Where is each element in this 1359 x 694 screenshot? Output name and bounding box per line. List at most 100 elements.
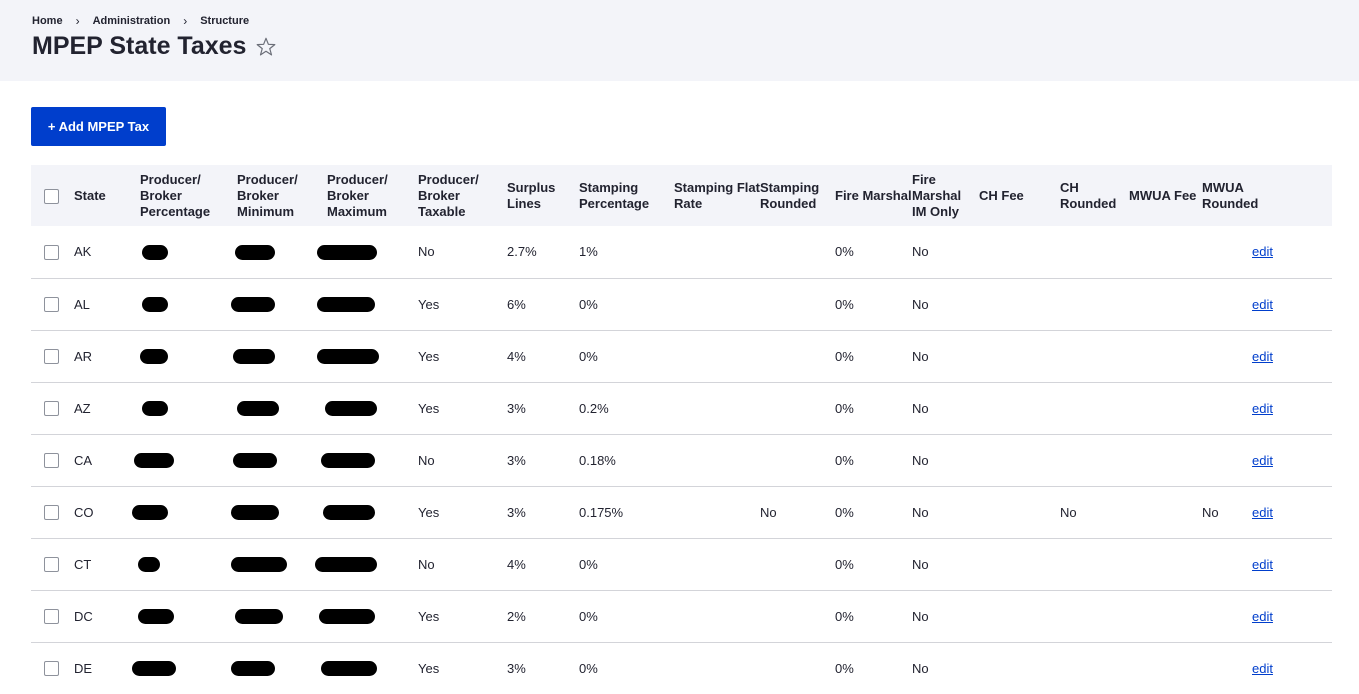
breadcrumb-separator: › <box>75 14 80 28</box>
cell-surplus-lines: 4% <box>507 556 526 572</box>
edit-link[interactable]: edit <box>1252 244 1273 259</box>
table-row: DE Yes 3% 0% 0% No edit <box>31 642 1332 694</box>
cell-ch-fee <box>979 226 1060 278</box>
row-checkbox[interactable] <box>44 661 59 677</box>
cell-ch-rounded <box>1060 330 1129 382</box>
cell-pb-taxable: Yes <box>418 608 440 624</box>
cell-fire-marshal: 0% <box>835 296 854 312</box>
header-pb-taxable[interactable]: Producer/ Broker Taxable <box>418 165 507 226</box>
header-pb-minimum[interactable]: Producer/ Broker Minimum <box>237 165 327 226</box>
cell-pb-percentage-redacted <box>138 590 237 642</box>
cell-stamping-percentage: 0% <box>579 660 598 676</box>
row-checkbox[interactable] <box>44 453 59 469</box>
header-surplus-lines[interactable]: Surplus Lines <box>507 165 579 226</box>
breadcrumb-home[interactable]: Home <box>32 15 63 27</box>
edit-link[interactable]: edit <box>1252 453 1273 468</box>
cell-pb-taxable: Yes <box>418 348 440 364</box>
cell-state: DC <box>74 608 93 624</box>
cell-stamping-flat-rate <box>674 642 760 694</box>
row-checkbox[interactable] <box>44 505 59 521</box>
cell-ch-fee <box>979 278 1060 330</box>
table-row: AL Yes 6% 0% 0% No edit <box>31 278 1332 330</box>
cell-ch-rounded <box>1060 434 1129 486</box>
row-checkbox[interactable] <box>44 244 59 260</box>
star-icon[interactable] <box>255 36 277 58</box>
cell-fire-marshal-im-only: No <box>912 556 929 572</box>
edit-link[interactable]: edit <box>1252 505 1273 520</box>
cell-ch-fee <box>979 538 1060 590</box>
cell-pb-percentage-redacted <box>138 538 237 590</box>
edit-link[interactable]: edit <box>1252 557 1273 572</box>
cell-mwua-fee <box>1129 642 1202 694</box>
header-stamping-flat-rate[interactable]: Stamping Flat Rate <box>674 165 760 226</box>
cell-state: AL <box>74 296 90 312</box>
cell-stamping-rounded <box>760 226 835 278</box>
cell-state: DE <box>74 660 93 676</box>
edit-link[interactable]: edit <box>1252 609 1273 624</box>
header-ch-rounded[interactable]: CH Rounded <box>1060 165 1129 226</box>
cell-operations: edit <box>1252 538 1332 590</box>
row-select-cell <box>31 642 74 694</box>
page-title-row: MPEP State Taxes <box>32 32 277 61</box>
cell-mwua-rounded <box>1202 642 1252 694</box>
header-pb-percentage[interactable]: Producer/ Broker Percentage <box>140 165 237 226</box>
cell-stamping-flat-rate <box>674 330 760 382</box>
table-row: AZ Yes 3% 0.2% 0% No edit <box>31 382 1332 434</box>
cell-fire-marshal-im-only: No <box>912 244 929 260</box>
header-pb-maximum[interactable]: Producer/ Broker Maximum <box>327 165 418 226</box>
row-checkbox[interactable] <box>44 609 59 625</box>
cell-stamping-percentage: 0% <box>579 608 598 624</box>
header-state[interactable]: State <box>74 165 140 226</box>
breadcrumb-administration[interactable]: Administration <box>93 15 171 27</box>
row-checkbox[interactable] <box>44 297 59 313</box>
cell-fire-marshal: 0% <box>835 504 854 520</box>
edit-link[interactable]: edit <box>1252 401 1273 416</box>
redaction-mark <box>233 453 277 469</box>
cell-fire-marshal: 0% <box>835 400 854 416</box>
header-stamping-rounded[interactable]: Stamping Rounded <box>760 165 835 226</box>
cell-pb-maximum-redacted <box>319 590 418 642</box>
header-mwua-fee[interactable]: MWUA Fee <box>1129 165 1202 226</box>
cell-fire-marshal-im-only: No <box>912 296 929 312</box>
header-fire-marshal-im-only[interactable]: Fire Marshal IM Only <box>912 165 979 226</box>
cell-operations: edit <box>1252 642 1332 694</box>
cell-mwua-fee <box>1129 434 1202 486</box>
add-mpep-tax-button[interactable]: + Add MPEP Tax <box>31 107 166 146</box>
edit-link[interactable]: edit <box>1252 297 1273 312</box>
header-ch-fee[interactable]: CH Fee <box>979 165 1060 226</box>
row-checkbox[interactable] <box>44 401 59 417</box>
edit-link[interactable]: edit <box>1252 349 1273 364</box>
cell-ch-rounded <box>1060 590 1129 642</box>
cell-fire-marshal: 0% <box>835 608 854 624</box>
cell-pb-maximum-redacted <box>317 330 418 382</box>
cell-operations: edit <box>1252 278 1332 330</box>
cell-pb-percentage-redacted <box>132 486 237 538</box>
taxes-table: State Producer/ Broker Percentage Produc… <box>31 165 1332 694</box>
header-fire-marshal[interactable]: Fire Marshal <box>835 165 912 226</box>
cell-operations: edit <box>1252 226 1332 278</box>
cell-pb-maximum-redacted <box>323 486 418 538</box>
cell-mwua-rounded: No <box>1202 504 1219 520</box>
breadcrumb-structure[interactable]: Structure <box>200 15 249 27</box>
header-stamping-percentage[interactable]: Stamping Percentage <box>579 165 674 226</box>
redaction-mark <box>317 244 377 260</box>
cell-operations: edit <box>1252 330 1332 382</box>
cell-stamping-rounded <box>760 642 835 694</box>
cell-pb-maximum-redacted <box>321 642 418 694</box>
select-all-checkbox[interactable] <box>44 188 59 204</box>
edit-link[interactable]: edit <box>1252 661 1273 676</box>
redaction-mark <box>233 349 275 365</box>
cell-stamping-flat-rate <box>674 382 760 434</box>
cell-stamping-flat-rate <box>674 486 760 538</box>
row-checkbox[interactable] <box>44 557 59 573</box>
cell-ch-fee <box>979 486 1060 538</box>
cell-fire-marshal-im-only: No <box>912 348 929 364</box>
cell-surplus-lines: 2% <box>507 608 526 624</box>
header-select-all <box>31 165 74 226</box>
cell-stamping-percentage: 1% <box>579 244 598 260</box>
row-checkbox[interactable] <box>44 349 59 365</box>
cell-stamping-percentage: 0.2% <box>579 400 609 416</box>
redaction-mark <box>138 609 174 625</box>
cell-mwua-rounded <box>1202 590 1252 642</box>
header-mwua-rounded[interactable]: MWUA Rounded <box>1202 165 1258 226</box>
